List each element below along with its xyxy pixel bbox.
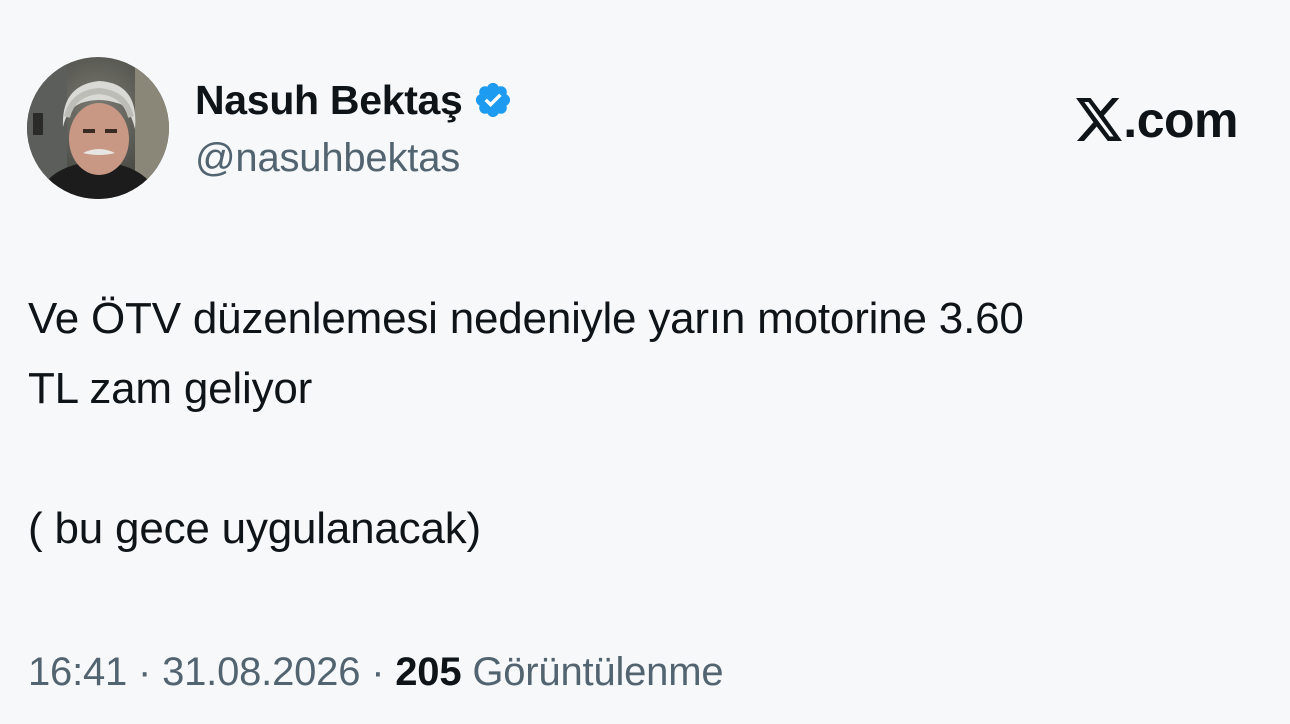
author-handle[interactable]: @nasuhbektas [195,136,460,181]
tweet-meta: 16:41 · 31.08.2026 · 205 Görüntülenme [28,650,724,695]
views-label: Görüntülenme [472,650,724,694]
x-logo-icon [1076,98,1123,142]
meta-separator: · [138,650,152,694]
author-name-row: Nasuh Bektaş [195,74,513,126]
tweet-time[interactable]: 16:41 [28,650,127,694]
author-display-name[interactable]: Nasuh Bektaş [195,77,463,124]
avatar-photo [27,57,169,199]
tweet-line: TL zam geliyor [28,364,313,413]
tweet-line: ( bu gece uygulanacak) [28,504,482,553]
avatar[interactable] [27,57,169,199]
brand-watermark: .com [1076,92,1238,148]
tweet-card: Nasuh Bektaş @nasuhbektas .com Ve ÖTV dü… [0,0,1290,724]
tweet-body: Ve ÖTV düzenlemesi nedeniyle yarın motor… [28,284,1268,564]
tweet-line: Ve ÖTV düzenlemesi nedeniyle yarın motor… [28,294,1024,343]
meta-separator: · [371,650,385,694]
brand-domain-text: .com [1123,92,1238,148]
verified-badge-icon [473,80,513,120]
views-count: 205 [395,650,462,694]
tweet-date[interactable]: 31.08.2026 [162,650,360,694]
